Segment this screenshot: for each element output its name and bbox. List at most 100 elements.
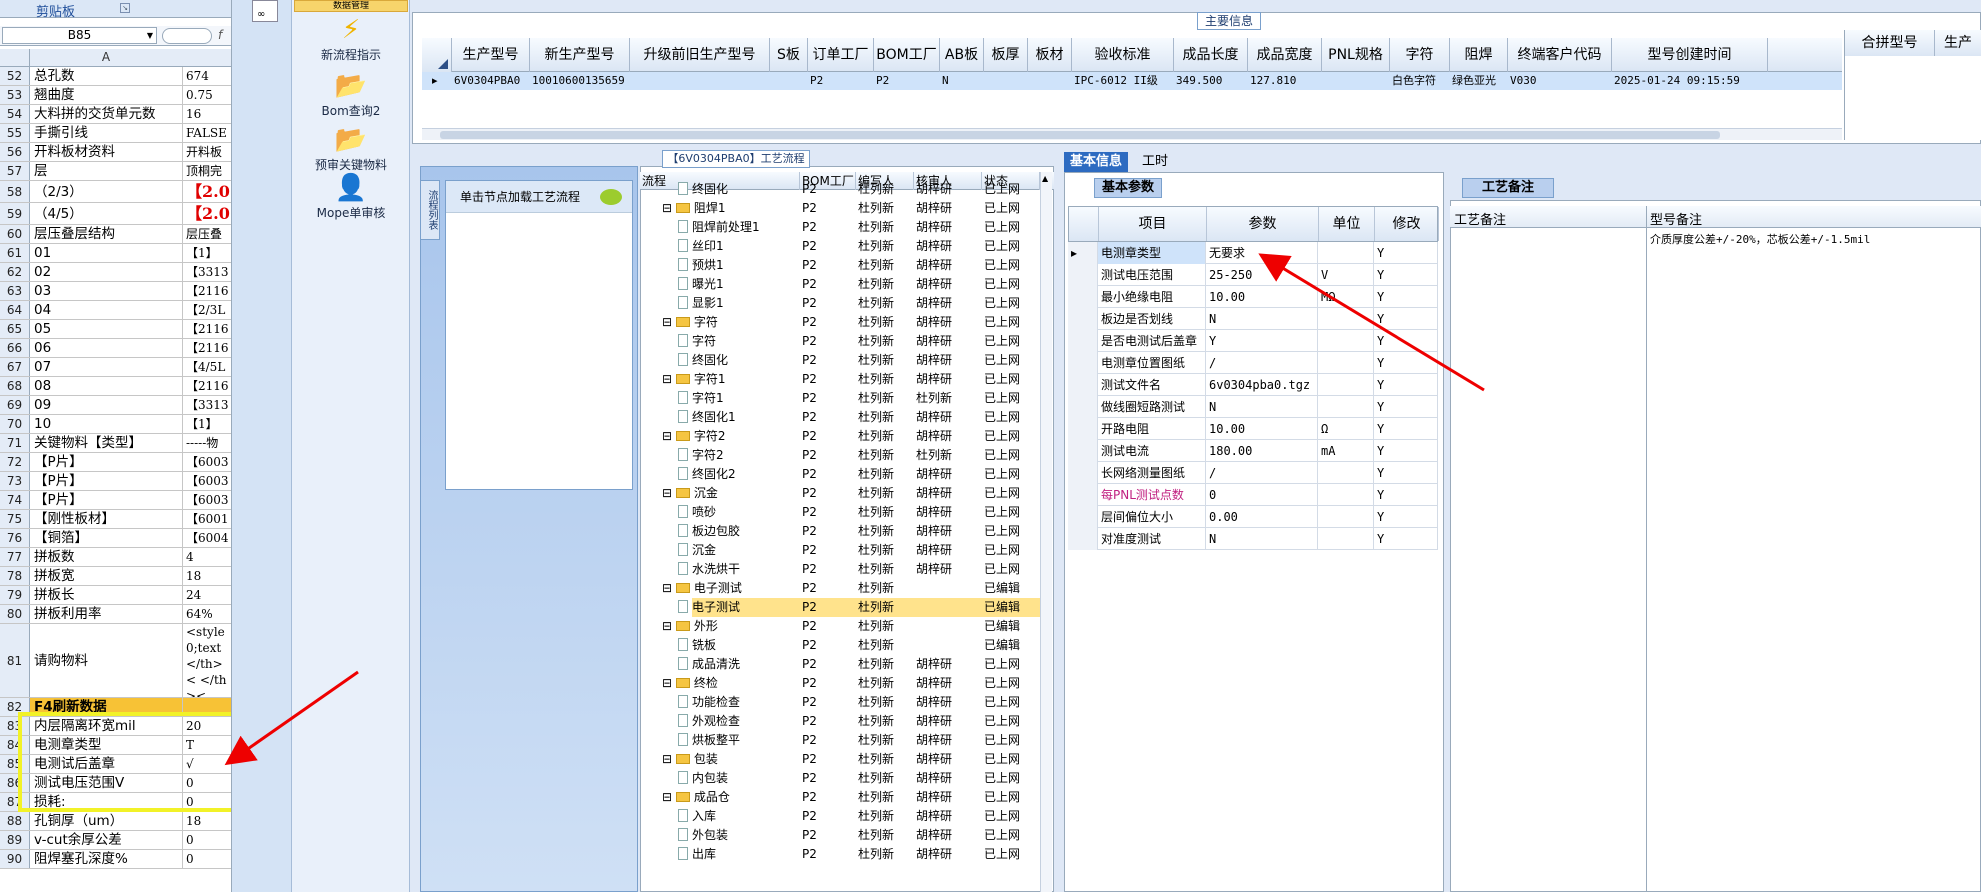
tree-row[interactable]: 内包装 P2 杜列新 胡梓研 已上网 — [640, 769, 1040, 788]
sheet-row[interactable]: 71 关键物料【类型】 -----物 — [0, 434, 231, 453]
grid-cell[interactable] — [1324, 72, 1390, 90]
tree-node[interactable]: ⊟ 电子测试 — [662, 579, 742, 598]
param-row[interactable]: 长网络测量图纸 / Y — [1068, 462, 1438, 484]
tree-node[interactable]: ⊟ 字符1 — [662, 370, 726, 389]
cell-a[interactable]: 拼板宽 — [34, 567, 182, 585]
tree-node[interactable]: 显影1 — [678, 294, 724, 313]
horizontal-scrollbar[interactable] — [422, 128, 1842, 140]
sheet-row[interactable]: 64 04 【2/3L — [0, 301, 231, 320]
column-header[interactable]: 板厚 — [984, 38, 1028, 72]
param-mod[interactable]: Y — [1374, 242, 1438, 264]
sheet-row[interactable]: 77 拼板数 4 — [0, 548, 231, 567]
param-mod[interactable]: Y — [1374, 506, 1438, 528]
column-header[interactable]: 新生产型号 — [530, 38, 630, 72]
tree-row[interactable]: 板边包胶 P2 杜列新 胡梓研 已上网 — [640, 522, 1040, 541]
cell-b[interactable]: 【4/5L — [182, 358, 231, 376]
param-row[interactable]: ▸ 电测章类型 无要求 Y — [1068, 242, 1438, 264]
cell-b[interactable]: 18 — [182, 567, 231, 585]
column-header[interactable]: 阻焊 — [1450, 38, 1508, 72]
sheet-row[interactable]: 78 拼板宽 18 — [0, 567, 231, 586]
row-number[interactable]: 60 — [0, 225, 30, 243]
grid-corner[interactable] — [422, 38, 452, 72]
tree-node[interactable]: ⊟ 阻焊1 — [662, 199, 726, 218]
remarks-row[interactable]: 介质厚度公差+/-20%，芯板公差+/-1.5mil — [1450, 228, 1981, 248]
param-row[interactable]: 对准度测试 N Y — [1068, 528, 1438, 550]
process-list-tab[interactable]: 流程列表 — [420, 180, 440, 240]
param-unit[interactable] — [1318, 330, 1374, 352]
param-unit[interactable]: MΩ — [1318, 286, 1374, 308]
column-header[interactable]: 验收标准 — [1072, 38, 1174, 72]
tree-row[interactable]: 外包装 P2 杜列新 胡梓研 已上网 — [640, 826, 1040, 845]
app-icon[interactable]: ∞ — [252, 0, 278, 22]
tree-row[interactable]: 丝印1 P2 杜列新 胡梓研 已上网 — [640, 237, 1040, 256]
sheet-row[interactable]: 54 大料拼的交货单元数 16 — [0, 105, 231, 124]
cell-b[interactable]: 0 — [182, 831, 231, 849]
cell-a[interactable]: 10 — [34, 415, 182, 433]
tree-row[interactable]: 阻焊前处理1 P2 杜列新 胡梓研 已上网 — [640, 218, 1040, 237]
sheet-row[interactable]: 88 孔铜厚（um） 18 — [0, 812, 231, 831]
cell-a[interactable]: 03 — [34, 282, 182, 300]
tree-row[interactable]: 终固化1 P2 杜列新 胡梓研 已上网 — [640, 408, 1040, 427]
cell-b[interactable]: 【6001 — [182, 510, 231, 528]
sheet-row[interactable]: 69 09 【3313 — [0, 396, 231, 415]
cell-b[interactable]: 【2.0 — [182, 181, 231, 202]
row-number[interactable]: 81 — [0, 624, 30, 697]
tree-row[interactable]: 终固化2 P2 杜列新 胡梓研 已上网 — [640, 465, 1040, 484]
sheet-row[interactable]: 76 【铜箔】 【6004 — [0, 529, 231, 548]
cell-b[interactable]: 层压叠 — [182, 225, 231, 243]
expand-toggle-icon[interactable]: ⊟ — [662, 752, 676, 766]
param-mod[interactable]: Y — [1374, 308, 1438, 330]
param-mod[interactable]: Y — [1374, 484, 1438, 506]
scroll-up-icon[interactable]: ▲ — [1042, 174, 1048, 183]
param-unit[interactable]: Ω — [1318, 418, 1374, 440]
tree-node[interactable]: 外观检查 — [678, 712, 740, 731]
param-val[interactable]: / — [1206, 462, 1318, 484]
cell-a[interactable]: 08 — [34, 377, 182, 395]
tree-node[interactable]: 烘板整平 — [678, 731, 740, 750]
param-val[interactable]: 25-250 — [1206, 264, 1318, 286]
param-item[interactable]: 测试文件名 — [1098, 374, 1206, 396]
main-grid-row[interactable]: 6V0304PBA0 10010600135659 P2 P2 N IPC-6012 II… — [422, 72, 1842, 90]
row-number[interactable]: 59 — [0, 203, 30, 224]
tree-row[interactable]: ⊟ 成品仓 P2 杜列新 胡梓研 已上网 — [640, 788, 1040, 807]
cell-a[interactable]: 【刚性板材】 — [34, 510, 182, 528]
tree-row[interactable]: ⊟ 包装 P2 杜列新 胡梓研 已上网 — [640, 750, 1040, 769]
cell-a[interactable]: 05 — [34, 320, 182, 338]
cell-a[interactable]: 【P片】 — [34, 472, 182, 490]
sheet-row[interactable]: 79 拼板长 24 — [0, 586, 231, 605]
scroll-thumb[interactable] — [440, 131, 1720, 139]
cell-b[interactable]: 0 — [182, 850, 231, 868]
name-box[interactable]: B85 ▼ — [2, 27, 157, 44]
expand-toggle-icon[interactable]: ⊟ — [662, 372, 676, 386]
row-number[interactable]: 76 — [0, 529, 30, 547]
param-mod[interactable]: Y — [1374, 374, 1438, 396]
tree-node[interactable]: 字符 — [678, 332, 716, 351]
tree-node[interactable]: 电子测试 — [678, 598, 740, 617]
tree-row[interactable]: 成品清洗 P2 杜列新 胡梓研 已上网 — [640, 655, 1040, 674]
sheet-row[interactable]: 72 【P片】 【6003 — [0, 453, 231, 472]
tab-work-hours[interactable]: 工时 — [1136, 152, 1174, 172]
param-item[interactable]: 测试电流 — [1098, 440, 1206, 462]
param-row[interactable]: 做线圈短路测试 N Y — [1068, 396, 1438, 418]
row-number[interactable]: 74 — [0, 491, 30, 509]
param-unit[interactable] — [1318, 506, 1374, 528]
tree-node[interactable]: 成品清洗 — [678, 655, 740, 674]
param-row[interactable]: 测试文件名 6v0304pba0.tgz Y — [1068, 374, 1438, 396]
row-number[interactable]: 67 — [0, 358, 30, 376]
tree-node[interactable]: ⊟ 沉金 — [662, 484, 718, 503]
grid-cell[interactable]: 白色字符 — [1392, 72, 1450, 90]
param-unit[interactable] — [1318, 242, 1374, 264]
cell-a[interactable]: 拼板利用率 — [34, 605, 182, 623]
cell-a[interactable]: v-cut余厚公差 — [34, 831, 182, 849]
row-number[interactable]: 66 — [0, 339, 30, 357]
param-row[interactable]: 测试电压范围 25-250 V Y — [1068, 264, 1438, 286]
tree-row[interactable]: 字符 P2 杜列新 胡梓研 已上网 — [640, 332, 1040, 351]
row-number[interactable]: 54 — [0, 105, 30, 123]
tree-node[interactable]: 阻焊前处理1 — [678, 218, 760, 237]
param-item[interactable]: 测试电压范围 — [1098, 264, 1206, 286]
param-mod[interactable]: Y — [1374, 352, 1438, 374]
tree-node[interactable]: 预烘1 — [678, 256, 724, 275]
cell-b[interactable]: 4 — [182, 548, 231, 566]
sheet-row[interactable]: 57 层顶桐完 — [0, 162, 231, 181]
param-val[interactable]: 无要求 — [1206, 242, 1318, 264]
